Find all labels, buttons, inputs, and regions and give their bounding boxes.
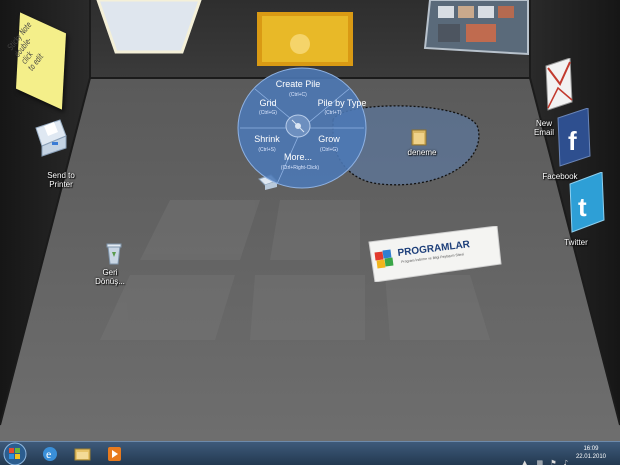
bumptop-desktop: Sticky Note double-click to edit Send to… — [0, 0, 620, 465]
folder-icon — [74, 448, 91, 461]
send-to-printer-label: Send to Printer — [47, 171, 75, 189]
wall-photo-screenshot[interactable] — [423, 0, 529, 56]
printer-icon — [35, 119, 67, 157]
twitter-label: Twitter — [564, 238, 588, 247]
pie-grid[interactable]: Grid — [259, 98, 276, 108]
pie-menu: Create Pile (Ctrl+C) Grid (Ctrl+G) Pile … — [237, 67, 367, 192]
taskbar-internet-explorer[interactable]: e — [36, 444, 64, 464]
twitter-icon: t — [569, 171, 605, 233]
taskbar-explorer[interactable] — [68, 444, 96, 464]
wall-photo-flowers[interactable] — [257, 12, 353, 66]
taskbar: e ▲ ▦ ⚑ ♪ 16:09 22.01.2010 — [0, 441, 620, 465]
pie-grow-shortcut: (Ctrl+G) — [320, 147, 338, 153]
pie-pile-by-type-shortcut: (Ctrl+T) — [324, 110, 342, 116]
pie-pile-by-type[interactable]: Pile by Type — [318, 98, 367, 108]
pie-more-shortcut: (Ctrl+Right-Click) — [280, 165, 320, 171]
new-email-shortcut[interactable] — [540, 57, 574, 114]
folder-icon — [411, 129, 427, 146]
media-player-icon — [108, 447, 121, 461]
pie-create-pile-shortcut: (Ctrl+C) — [289, 92, 307, 98]
recycle-bin-label: Geri Dönüş... — [95, 268, 125, 286]
facebook-shortcut[interactable]: f — [554, 107, 592, 168]
taskbar-clock[interactable]: 16:09 22.01.2010 — [576, 445, 606, 461]
pie-shrink[interactable]: Shrink — [254, 134, 280, 144]
pie-shrink-shortcut: (Ctrl+S) — [258, 147, 276, 153]
svg-text:f: f — [568, 126, 577, 156]
pie-grid-shortcut: (Ctrl+G) — [259, 110, 277, 116]
folder-deneme[interactable] — [411, 128, 427, 146]
tray-network-icon[interactable]: ▦ — [536, 459, 543, 465]
send-to-printer-shortcut[interactable] — [32, 118, 72, 158]
clock-time: 16:09 — [583, 446, 599, 452]
taskbar-media-player[interactable] — [100, 444, 128, 464]
facebook-icon: f — [557, 107, 591, 167]
pie-grow[interactable]: Grow — [318, 134, 340, 144]
twitter-shortcut[interactable]: t — [566, 171, 606, 234]
tray-arrow-icon[interactable]: ▲ — [522, 459, 527, 465]
tray-flag-icon[interactable]: ⚑ — [550, 459, 556, 465]
programlar-banner[interactable]: PROGRAMLAR Program İndirme ve Bilgi Payl… — [367, 226, 503, 282]
pie-create-pile[interactable]: Create Pile — [276, 79, 321, 89]
svg-text:t: t — [578, 192, 587, 222]
recycle-bin-shortcut[interactable] — [104, 242, 124, 266]
clock-date: 22.01.2010 — [575, 454, 606, 460]
internet-explorer-icon: e — [43, 447, 57, 461]
svg-text:e: e — [46, 447, 51, 461]
folder-deneme-label: deneme — [407, 148, 437, 157]
tray-icons[interactable]: ▲ ▦ ⚑ ♪ — [522, 450, 568, 465]
windows-logo-icon — [3, 442, 27, 465]
email-icon — [545, 57, 573, 111]
recycle-bin-icon — [106, 243, 122, 265]
start-button[interactable] — [3, 442, 27, 465]
wall-photo-frame[interactable] — [96, 0, 202, 54]
tray-volume-icon[interactable]: ♪ — [564, 459, 568, 465]
pie-more[interactable]: More... — [284, 152, 312, 162]
